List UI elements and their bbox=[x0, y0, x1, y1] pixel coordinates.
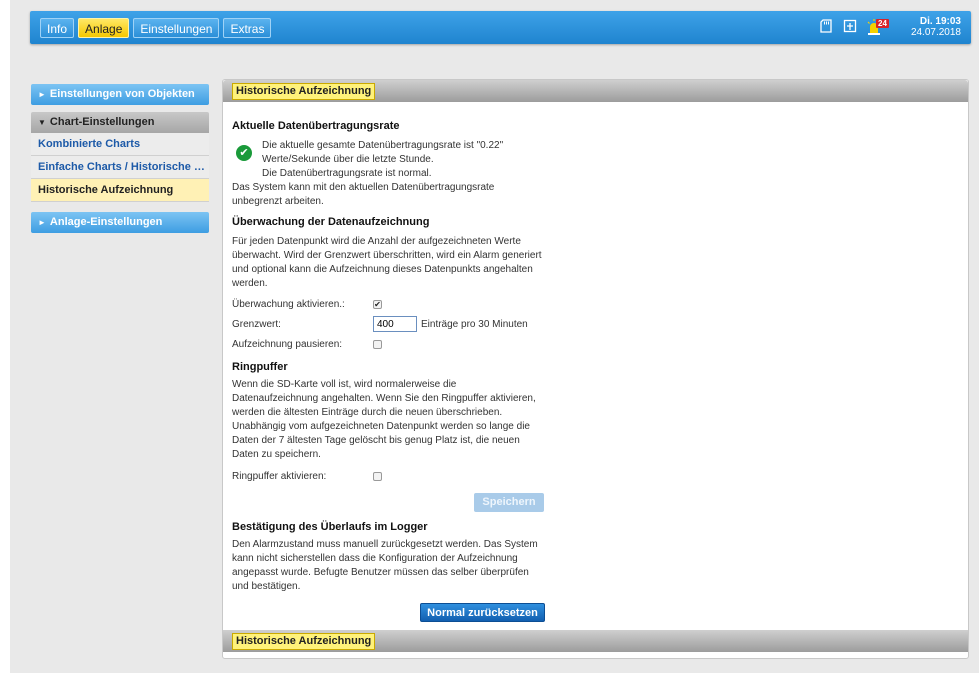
sidebar-header-objects[interactable]: ► Einstellungen von Objekten bbox=[31, 84, 209, 105]
pause-checkbox[interactable] bbox=[373, 339, 382, 349]
limit-input[interactable] bbox=[373, 316, 417, 332]
panel-footer: Historische Aufzeichnung bbox=[223, 630, 968, 652]
alarm-indicator[interactable]: 24 bbox=[867, 19, 889, 35]
overflow-desc-line: kann nicht sicherstellen dass die Konfig… bbox=[232, 553, 518, 564]
date: 24.07.2018 bbox=[910, 27, 961, 38]
sidebar-header-label: Chart-Einstellungen bbox=[49, 116, 155, 128]
monitor-desc-line: und optional kann die Aufzeichnung diese… bbox=[232, 264, 533, 275]
building-icon[interactable] bbox=[843, 19, 857, 35]
panel-title: Historische Aufzeichnung bbox=[232, 83, 376, 100]
rate-status-text: Die Datenübertragungsrate ist normal. bbox=[262, 168, 432, 179]
day-time: Di. 19:03 bbox=[919, 16, 961, 27]
limit-unit: Einträge pro 30 Minuten bbox=[421, 318, 528, 330]
panel-content: Aktuelle Datenübertragungsrate ✔ Die akt… bbox=[232, 110, 552, 485]
save-button[interactable]: Speichern bbox=[474, 493, 544, 512]
check-icon: ✔ bbox=[236, 145, 252, 161]
section-heading-rate: Aktuelle Datenübertragungsrate bbox=[232, 120, 400, 132]
top-navigation-bar: Info Anlage Einstellungen Extras 24 Di. … bbox=[30, 11, 971, 44]
tab-einstellungen[interactable]: Einstellungen bbox=[133, 18, 220, 38]
monitor-desc-line: überwacht. Wird der Grenzwert überschrit… bbox=[232, 250, 542, 261]
section-heading-overflow: Bestätigung des Überlaufs im Logger bbox=[232, 521, 428, 533]
alarm-count-badge: 24 bbox=[876, 19, 889, 28]
sidebar-group-objects: ► Einstellungen von Objekten bbox=[31, 84, 209, 105]
monitor-enable-row: Überwachung aktivieren.: ✔ bbox=[232, 295, 552, 313]
sidebar-header-system[interactable]: ► Anlage-Einstellungen bbox=[31, 212, 209, 233]
sidebar-group-system: ► Anlage-Einstellungen bbox=[31, 212, 209, 233]
limit-row: Grenzwert: Einträge pro 30 Minuten bbox=[232, 313, 552, 335]
rate-status: ✔ Die aktuelle gesamte Datenübertragungs… bbox=[236, 139, 552, 181]
panel-footer-title: Historische Aufzeichnung bbox=[232, 633, 376, 650]
sidebar-item-simple-charts[interactable]: Einfache Charts / Historische D... bbox=[31, 156, 209, 179]
ring-desc-line: Daten zu speichern. bbox=[232, 449, 321, 460]
status-icons: 24 bbox=[819, 19, 889, 35]
monitor-enable-checkbox[interactable]: ✔ bbox=[373, 299, 382, 309]
sidebar-group-charts: ▼ Chart-Einstellungen Kombinierte Charts … bbox=[31, 112, 209, 202]
monitor-enable-label: Überwachung aktivieren.: bbox=[232, 298, 345, 310]
sd-card-icon[interactable] bbox=[819, 19, 833, 35]
ring-enable-checkbox[interactable] bbox=[373, 471, 382, 481]
overflow-desc-line: Den Alarmzustand muss manuell zurückgese… bbox=[232, 539, 538, 550]
section-heading-ringbuffer: Ringpuffer bbox=[232, 361, 288, 373]
panel-header: Historische Aufzeichnung bbox=[223, 80, 968, 102]
reset-normal-button[interactable]: Normal zurücksetzen bbox=[420, 603, 545, 622]
pause-label: Aufzeichnung pausieren: bbox=[232, 338, 343, 350]
tab-extras[interactable]: Extras bbox=[223, 18, 272, 38]
expand-arrow-icon: ► bbox=[38, 90, 46, 99]
tab-anlage[interactable]: Anlage bbox=[78, 18, 130, 38]
ring-desc-line: Unabhängig vom aufgezeichneten Datenpunk… bbox=[232, 421, 530, 432]
ring-desc-line: Wenn die SD-Karte voll ist, wird normale… bbox=[232, 379, 457, 390]
collapse-arrow-icon: ▼ bbox=[38, 118, 46, 127]
limit-label: Grenzwert: bbox=[232, 318, 281, 330]
sidebar-item-combined-charts[interactable]: Kombinierte Charts bbox=[31, 133, 209, 156]
clock: Di. 19:03 24.07.2018 bbox=[911, 16, 961, 38]
overflow-desc-line: angepasst wurde. Befugte Benutzer müssen… bbox=[232, 567, 529, 578]
tab-info[interactable]: Info bbox=[40, 18, 75, 38]
rate-text-line: Die aktuelle gesamte Datenübertragungsra… bbox=[262, 140, 504, 151]
monitor-desc-line: werden. bbox=[232, 278, 268, 289]
pause-row: Aufzeichnung pausieren: bbox=[232, 335, 552, 353]
main-menu: Info Anlage Einstellungen Extras bbox=[40, 18, 272, 38]
main-panel: Historische Aufzeichnung Aktuelle Datenü… bbox=[222, 79, 969, 659]
overflow-section: Bestätigung des Überlaufs im Logger Den … bbox=[232, 521, 552, 594]
overflow-desc-line: und bestätigen. bbox=[232, 581, 301, 592]
sidebar-header-charts[interactable]: ▼ Chart-Einstellungen bbox=[31, 112, 209, 133]
rate-info-line: unbegrenzt arbeiten. bbox=[232, 196, 324, 207]
ring-desc-line: Datenaufzeichnung angehalten. Wenn Sie d… bbox=[232, 393, 536, 404]
section-heading-monitoring: Überwachung der Datenaufzeichnung bbox=[232, 216, 430, 228]
ring-enable-row: Ringpuffer aktivieren: bbox=[232, 467, 552, 485]
rate-text-line: Werte/Sekunde über die letzte Stunde. bbox=[262, 154, 434, 165]
ring-desc-line: Daten der 7 ältesten Tage gelöscht bis g… bbox=[232, 435, 520, 446]
expand-arrow-icon: ► bbox=[38, 218, 46, 227]
ring-enable-label: Ringpuffer aktivieren: bbox=[232, 470, 327, 482]
sidebar-header-label: Anlage-Einstellungen bbox=[49, 216, 163, 228]
rate-info-line: Das System kann mit den aktuellen Datenü… bbox=[232, 182, 495, 193]
monitor-desc-line: Für jeden Datenpunkt wird die Anzahl der… bbox=[232, 236, 521, 247]
sidebar-item-historical-recording[interactable]: Historische Aufzeichnung bbox=[31, 179, 209, 202]
sidebar-header-label: Einstellungen von Objekten bbox=[49, 88, 195, 100]
ring-desc-line: werden die ältesten Einträge durch die n… bbox=[232, 407, 503, 418]
